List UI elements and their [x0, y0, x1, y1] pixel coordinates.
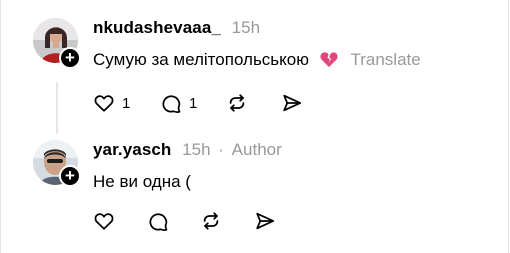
- share-button[interactable]: [254, 210, 276, 232]
- send-icon: [254, 210, 276, 232]
- separator-dot: ·: [218, 140, 224, 159]
- username[interactable]: nkudashevaaa_: [93, 18, 221, 37]
- broken-heart-icon: [320, 51, 338, 73]
- comment-text-row: Сумую за мелітопольською Translate: [93, 50, 421, 73]
- username[interactable]: yar.yasch: [93, 140, 171, 159]
- comment-text: Сумую за мелітопольською: [93, 50, 309, 69]
- comment-2: + yar.yasch 15h · Author Не ви одна (: [0, 132, 510, 253]
- comment-header: nkudashevaaa_ 15h: [93, 18, 260, 38]
- comment-bubble-icon: [160, 92, 182, 114]
- share-button[interactable]: [281, 92, 303, 114]
- timestamp[interactable]: 15h: [232, 18, 260, 37]
- author-badge: Author: [231, 140, 282, 159]
- translate-link[interactable]: Translate: [350, 50, 420, 69]
- comment-1: + nkudashevaaa_ 15h Сумую за мелітопольс…: [0, 0, 510, 130]
- comment-text: Не ви одна (: [93, 172, 191, 191]
- like-button[interactable]: 1: [93, 92, 130, 114]
- repost-arrows-icon: [200, 210, 222, 232]
- heart-outline-icon: [93, 210, 115, 232]
- heart-outline-icon: [93, 92, 115, 114]
- reply-button[interactable]: 1: [160, 92, 197, 114]
- comment-header: yar.yasch 15h · Author: [93, 140, 282, 160]
- follow-plus-icon[interactable]: +: [59, 165, 81, 187]
- reply-count: 1: [189, 94, 198, 112]
- comment-text-row: Не ви одна (: [93, 172, 191, 192]
- follow-plus-icon[interactable]: +: [59, 47, 81, 69]
- send-icon: [281, 92, 303, 114]
- like-count: 1: [122, 94, 131, 112]
- repost-button[interactable]: [226, 92, 248, 114]
- comment-bubble-icon: [147, 210, 169, 232]
- timestamp[interactable]: 15h: [182, 140, 210, 159]
- like-button[interactable]: [93, 210, 115, 232]
- repost-arrows-icon: [226, 92, 248, 114]
- repost-button[interactable]: [200, 210, 222, 232]
- reply-button[interactable]: [147, 210, 169, 232]
